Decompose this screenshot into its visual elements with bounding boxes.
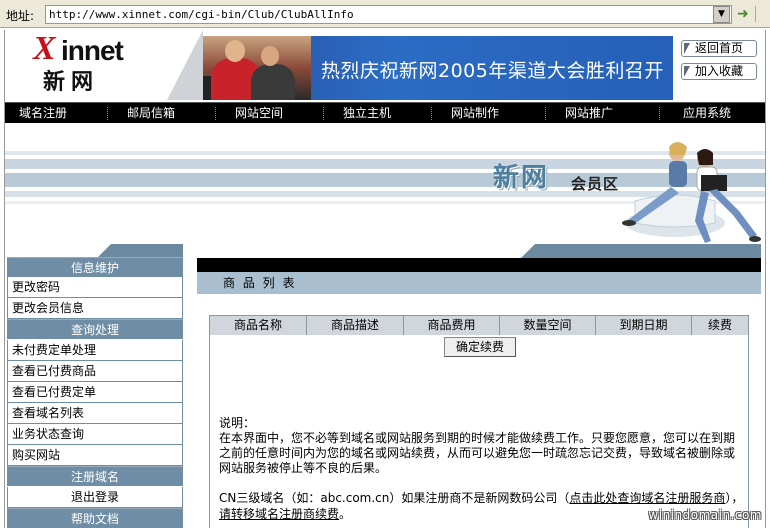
sidebar-item-unpaid-orders[interactable]: 未付费定单处理 — [7, 340, 183, 361]
nav-domain-register[interactable]: 域名注册 — [5, 103, 81, 123]
query-registrar-link[interactable]: 点击此处查询域名注册服务商 — [569, 491, 725, 505]
sidebar-section-query: 查询处理 — [7, 319, 183, 339]
nav-applications[interactable]: 应用系统 — [665, 103, 749, 123]
logo-chinese: 新网 — [43, 70, 100, 95]
main-nav: 域名注册 邮局信箱 网站空间 独立主机 网站制作 网站推广 应用系统 — [5, 102, 765, 123]
watermark: winindomain.com — [648, 508, 762, 522]
transfer-registrar-link[interactable]: 请转移域名注册商续费 — [219, 507, 339, 521]
web-page: X innet 新网 热烈庆祝新网2005年渠道大会胜利召开 返回首页 加入收藏… — [4, 30, 766, 528]
add-favorite-button[interactable]: 加入收藏 — [681, 63, 757, 80]
note-label: 说明： — [219, 416, 256, 430]
go-arrow-icon[interactable]: ➜ — [737, 6, 751, 22]
sidebar-item-logout[interactable]: 退出登录 — [7, 487, 183, 508]
col-product-name: 商品名称 — [210, 316, 307, 335]
sidebar-tab-decoration — [97, 244, 183, 258]
col-product-fee: 商品费用 — [404, 316, 500, 335]
member-area-title: 新网 — [493, 163, 550, 193]
address-input[interactable]: http://www.xinnet.com/cgi-bin/Club/ClubA… — [45, 5, 732, 24]
sidebar-item-change-password[interactable]: 更改密码 — [7, 277, 183, 298]
promo-banner[interactable]: 热烈庆祝新网2005年渠道大会胜利召开 — [203, 36, 673, 100]
address-dropdown-icon[interactable]: ▼ — [713, 6, 730, 23]
nav-web-space[interactable]: 网站空间 — [217, 103, 301, 123]
sidebar-section-help[interactable]: 帮助文档 — [7, 508, 183, 528]
sidebar-item-paid-products[interactable]: 查看已付费商品 — [7, 361, 183, 382]
cn-note-text-3: 。 — [339, 507, 352, 521]
col-renew: 续费 — [707, 318, 732, 332]
home-button[interactable]: 返回首页 — [681, 40, 757, 57]
sidebar-item-business-status[interactable]: 业务状态查询 — [7, 424, 183, 445]
nav-web-promotion[interactable]: 网站推广 — [547, 103, 631, 123]
address-bar: 地址: http://www.xinnet.com/cgi-bin/Club/C… — [0, 0, 770, 28]
banner-headline: 热烈庆祝新网2005年渠道大会胜利召开 — [321, 60, 664, 82]
product-table-header: 商品名称 商品描述 商品费用 数量空间 到期日期 续费 — [210, 316, 748, 335]
main-header-bar — [197, 258, 761, 272]
sidebar-item-paid-orders[interactable]: 查看已付费定单 — [7, 382, 183, 403]
col-quantity-space: 数量空间 — [500, 316, 596, 335]
sidebar-section-info: 信息维护 — [7, 257, 183, 277]
explanation-note: 说明： 在本界面中，您不必等到域名或网站服务到期的时候才能做续费工作。只要您愿意… — [219, 416, 743, 476]
cn-note-text-1: CN三级域名（如：abc.com.cn）如果注册商不是新网数码公司（ — [219, 491, 570, 505]
nav-dedicated-host[interactable]: 独立主机 — [325, 103, 409, 123]
people-laptop-illustration — [622, 142, 761, 243]
confirm-renew-button[interactable]: 确定续费 — [444, 337, 516, 357]
address-label: 地址: — [6, 9, 35, 23]
sidebar-item-domain-list[interactable]: 查看域名列表 — [7, 403, 183, 424]
banner-ad-tag — [203, 76, 211, 100]
member-area-banner: 新网 会员区 — [5, 123, 765, 253]
cn-note-text-2: ）， — [725, 491, 744, 505]
col-product-desc: 商品描述 — [307, 316, 404, 335]
nav-mailbox[interactable]: 邮局信箱 — [109, 103, 193, 123]
xinnet-logo[interactable]: X innet 新网 — [33, 30, 173, 95]
logo-x: X — [33, 30, 56, 67]
toolbar-separator — [755, 6, 756, 22]
banner-people-photo — [203, 36, 311, 100]
sidebar-item-buy-website[interactable]: 购买网站 — [7, 445, 183, 466]
sidebar-item-change-member-info[interactable]: 更改会员信息 — [7, 298, 183, 319]
main-tab-decoration — [521, 244, 761, 258]
col-expire-date: 到期日期 — [596, 316, 692, 335]
note-text: 在本界面中，您不必等到域名或网站服务到期的时候才能做续费工作。只要您愿意，您可以… — [219, 431, 736, 475]
sidebar-section-register[interactable]: 注册域名 — [7, 466, 183, 486]
product-table: 商品名称 商品描述 商品费用 数量空间 到期日期 续费 — [209, 315, 749, 335]
product-list-title: 商 品 列 表 — [197, 272, 761, 294]
nav-web-design[interactable]: 网站制作 — [433, 103, 517, 123]
logo-innet: innet — [61, 35, 124, 66]
